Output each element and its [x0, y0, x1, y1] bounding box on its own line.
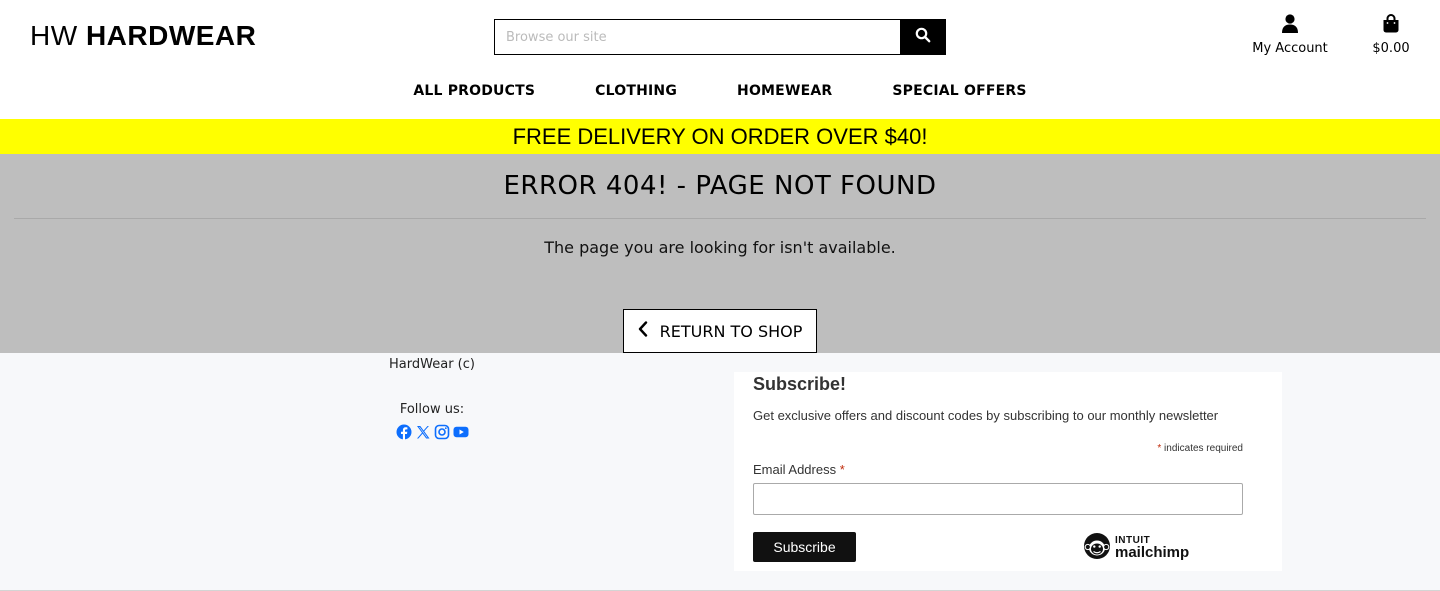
nav-homewear[interactable]: HOMEWEAR [737, 83, 832, 99]
nav-clothing[interactable]: CLOTHING [595, 83, 677, 99]
mailchimp-logo: INTUIT mailchimp [1082, 531, 1189, 565]
required-note: * indicates required [1157, 443, 1243, 454]
email-label: Email Address * [753, 462, 845, 477]
return-to-shop-button[interactable]: RETURN TO SHOP [623, 309, 817, 353]
subscribe-button[interactable]: Subscribe [753, 532, 856, 562]
nav-all-products[interactable]: ALL PRODUCTS [413, 83, 535, 99]
mailchimp-brand-text: mailchimp [1115, 544, 1190, 561]
x-twitter-icon[interactable] [415, 424, 431, 440]
cart-link[interactable]: $0.00 [1366, 14, 1416, 56]
user-icon [1281, 14, 1299, 37]
main-nav: ALL PRODUCTS CLOTHING HOMEWEAR SPECIAL O… [0, 83, 1440, 99]
social-links [352, 424, 512, 440]
newsletter-signup: Subscribe! Get exclusive offers and disc… [734, 372, 1282, 571]
error-title: ERROR 404! - PAGE NOT FOUND [503, 171, 937, 201]
facebook-icon[interactable] [396, 424, 412, 440]
site-header: HW HARDWEAR My Account $0.00 ALL PRODUCT… [0, 0, 1440, 119]
site-logo[interactable]: HW HARDWEAR [30, 20, 256, 52]
cart-total: $0.00 [1372, 41, 1410, 56]
mailchimp-icon [1082, 531, 1112, 565]
email-required-star: * [839, 462, 845, 477]
logo-prefix: HW [30, 20, 78, 51]
search-input[interactable] [494, 19, 900, 55]
divider [14, 218, 1426, 219]
my-account-link[interactable]: My Account [1248, 14, 1332, 56]
copyright-text: HardWear (c) [389, 357, 475, 372]
search-form [494, 19, 946, 55]
site-footer: HardWear (c) Follow us: Subscribe! Get e… [0, 353, 1440, 591]
subscribe-description: Get exclusive offers and discount codes … [753, 408, 1219, 423]
required-note-text: indicates required [1161, 443, 1243, 454]
error-section: ERROR 404! - PAGE NOT FOUND The page you… [0, 154, 1440, 353]
chevron-left-icon [638, 321, 648, 341]
search-button[interactable] [900, 19, 946, 55]
return-to-shop-label: RETURN TO SHOP [659, 321, 803, 341]
error-message: The page you are looking for isn't avail… [544, 238, 896, 257]
my-account-label: My Account [1252, 41, 1328, 56]
logo-main: HARDWEAR [85, 20, 257, 51]
nav-special-offers[interactable]: SPECIAL OFFERS [892, 83, 1026, 99]
search-icon [915, 27, 931, 47]
follow-us-label: Follow us: [399, 402, 465, 417]
instagram-icon[interactable] [434, 424, 450, 440]
youtube-icon[interactable] [453, 424, 469, 440]
promo-banner: FREE DELIVERY ON ORDER OVER $40! [0, 119, 1440, 154]
mailchimp-wordmark: INTUIT mailchimp [1115, 536, 1190, 561]
shopping-bag-icon [1382, 14, 1400, 37]
subscribe-title: Subscribe! [753, 374, 847, 394]
email-label-text: Email Address [753, 462, 837, 477]
email-field[interactable] [753, 483, 1243, 515]
